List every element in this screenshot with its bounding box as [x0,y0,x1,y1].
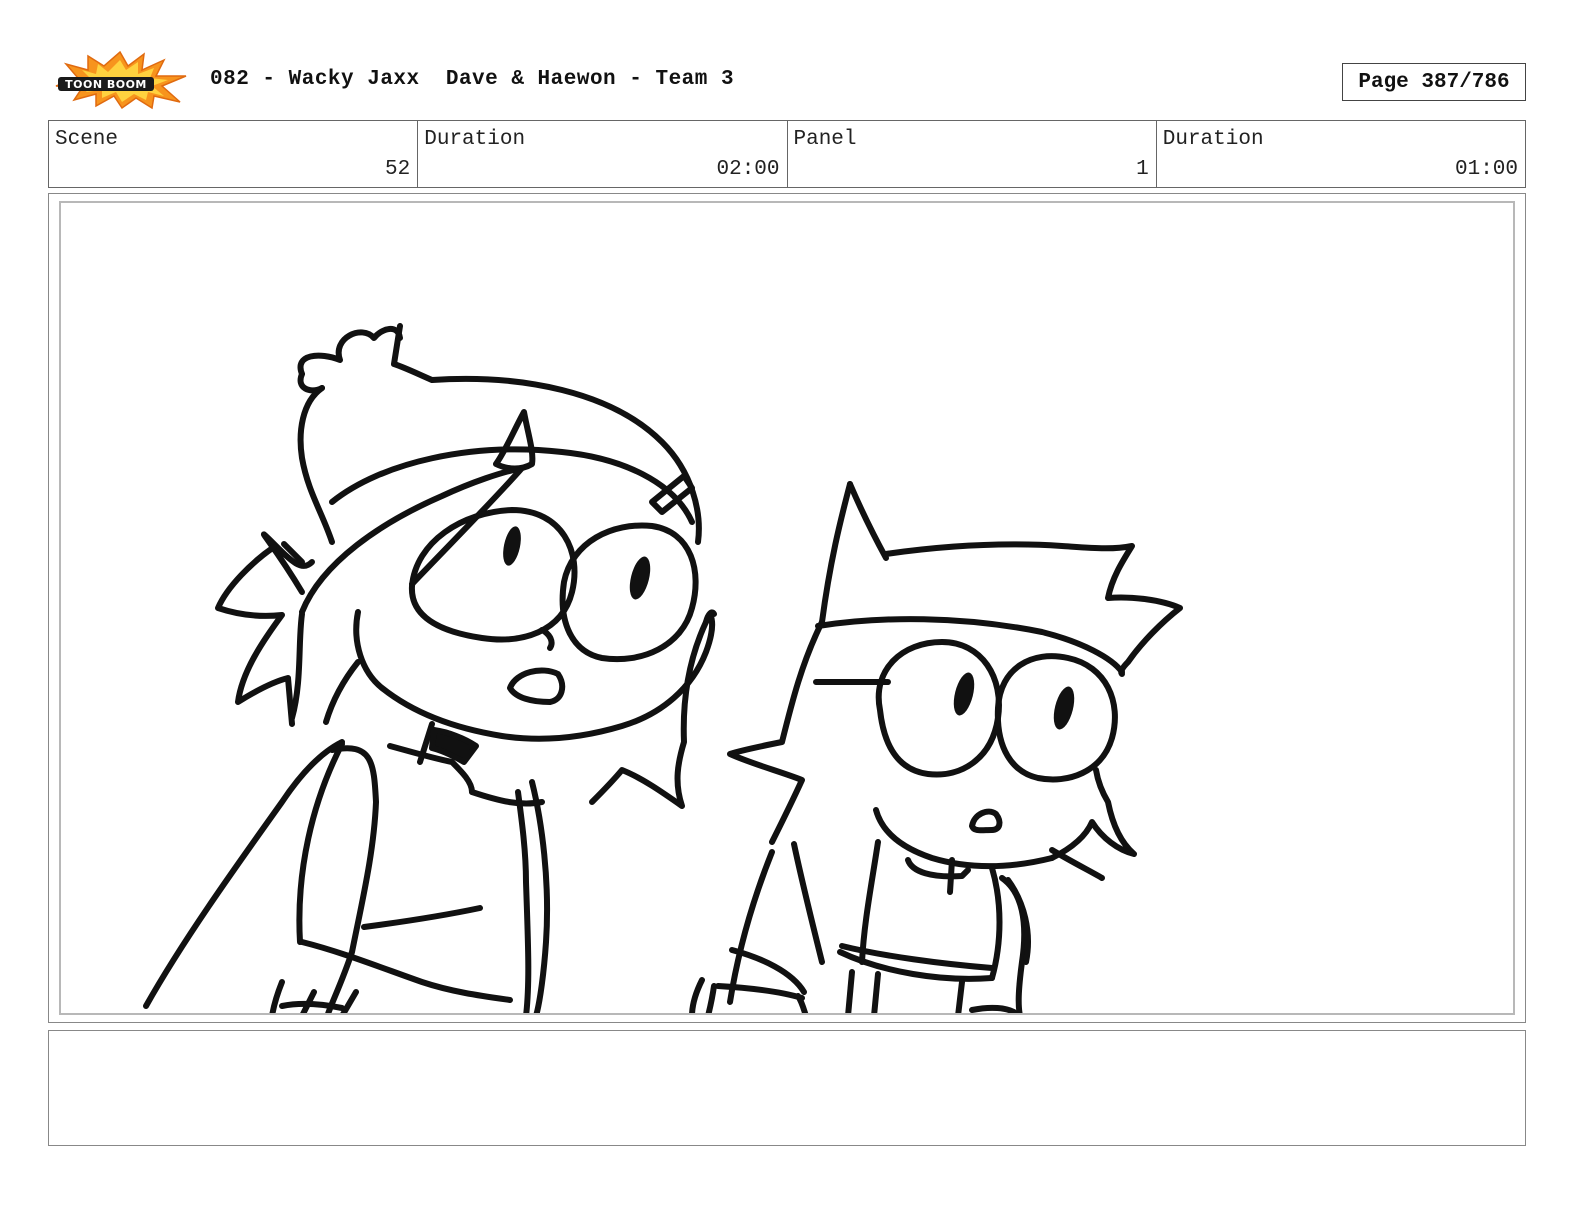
boy-left-pupil [953,672,975,716]
toon-boom-logo: TOON BOOM [52,50,188,110]
logo-lettering: TOON BOOM [65,78,147,91]
storyboard-title: 082 - Wacky Jaxx Dave & Haewon - Team 3 [210,68,735,91]
scene-duration-value: 02:00 [716,158,780,181]
scene-label: Scene [55,128,119,151]
panel-duration-label: Duration [1162,128,1264,151]
girl-left-pupil [503,526,521,566]
panel-drawing [59,201,1515,1015]
scene-duration-cell: Duration 02:00 [418,121,788,187]
scene-value: 52 [385,158,411,181]
boy-right-pupil [1053,686,1075,730]
panel-notes-box [48,1030,1526,1146]
panel-value: 1 [1136,158,1149,181]
girl-right-pupil [629,556,651,600]
scene-info-table: Scene 52 Duration 02:00 Panel 1 Duration… [48,120,1526,188]
page-indicator: Page 387/786 [1342,63,1526,101]
scene-cell: Scene 52 [49,121,419,187]
panel-cell: Panel 1 [788,121,1157,187]
panel-label: Panel [793,128,857,151]
panel-duration-value: 01:00 [1454,158,1518,181]
scene-duration-label: Duration [424,128,526,151]
panel-duration-cell: Duration 01:00 [1157,121,1525,187]
storyboard-sketch [143,323,1183,1013]
